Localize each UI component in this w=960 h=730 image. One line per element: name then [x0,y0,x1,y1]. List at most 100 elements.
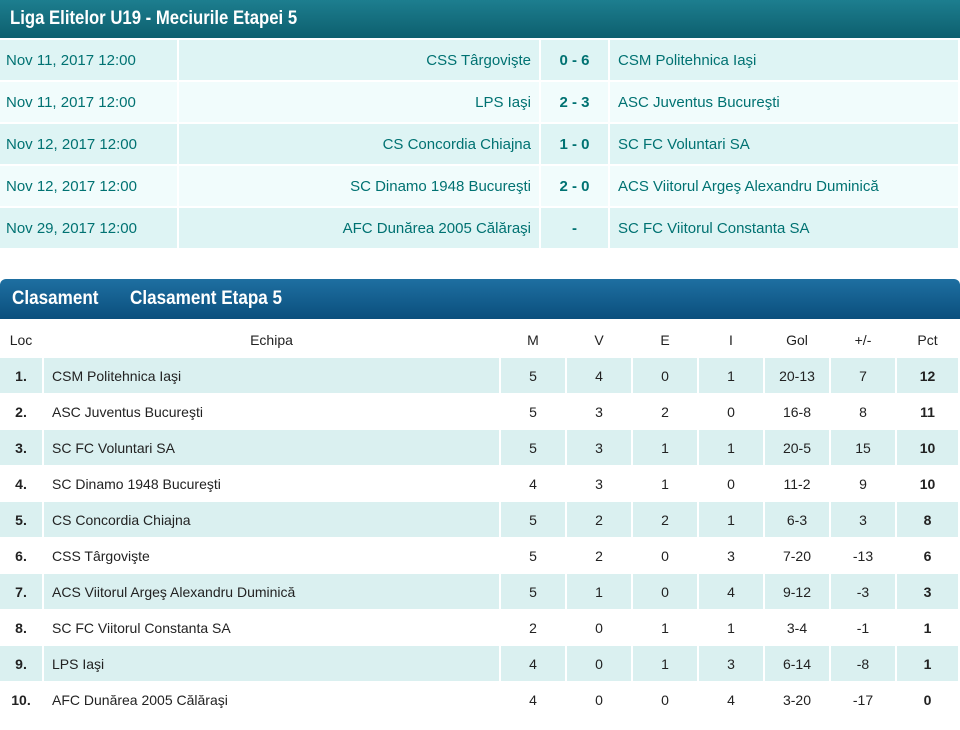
standing-team[interactable]: CS Concordia Chiajna [44,502,499,537]
match-away-team[interactable]: ASC Juventus Bucureşti [610,82,958,122]
standing-position: 4. [0,466,42,501]
match-score[interactable]: 2 - 3 [541,82,608,122]
match-row: Nov 12, 2017 12:00 SC Dinamo 1948 Bucureş… [0,166,958,206]
match-row: Nov 29, 2017 12:00 AFC Dunărea 2005 Călăr… [0,208,958,248]
standing-team[interactable]: CSM Politehnica Iaşi [44,358,499,393]
match-date: Nov 12, 2017 12:00 [0,166,177,206]
standing-losses: 3 [699,646,763,681]
standings-row: 7. ACS Viitorul Argeş Alexandru Duminică 5… [0,574,958,609]
col-header-v: V [567,322,631,357]
standings-title[interactable]: Clasament [12,288,98,310]
standing-points: 12 [897,358,958,393]
standing-points: 1 [897,610,958,645]
standing-played: 5 [501,358,565,393]
standing-team[interactable]: AFC Dunărea 2005 Călăraşi [44,682,499,717]
standing-draws: 0 [633,682,697,717]
standing-position: 1. [0,358,42,393]
standing-goals: 3-20 [765,682,829,717]
standings-header-row: Loc Echipa M V E I Gol +/- Pct [0,322,958,357]
standings-row: 1. CSM Politehnica Iaşi 5 4 0 1 20-13 7 12 [0,358,958,393]
standing-losses: 4 [699,682,763,717]
standing-points: 10 [897,430,958,465]
standing-position: 6. [0,538,42,573]
standing-team[interactable]: SC Dinamo 1948 Bucureşti [44,466,499,501]
standing-wins: 4 [567,358,631,393]
match-score[interactable]: 1 - 0 [541,124,608,164]
standings-row: 2. ASC Juventus Bucureşti 5 3 2 0 16-8 8 11 [0,394,958,429]
standing-played: 4 [501,682,565,717]
match-away-team[interactable]: ACS Viitorul Argeş Alexandru Duminică [610,166,958,206]
standings-row: 3. SC FC Voluntari SA 5 3 1 1 20-5 15 10 [0,430,958,465]
match-score[interactable]: 0 - 6 [541,40,608,80]
standings-row: 9. LPS Iaşi 4 0 1 3 6-14 -8 1 [0,646,958,681]
standing-team[interactable]: ASC Juventus Bucureşti [44,394,499,429]
standings-row: 10. AFC Dunărea 2005 Călăraşi 4 0 0 4 3-20 -17 0 [0,682,958,717]
standing-draws: 0 [633,538,697,573]
match-away-team[interactable]: CSM Politehnica Iaşi [610,40,958,80]
standing-goals: 7-20 [765,538,829,573]
standing-goals: 16-8 [765,394,829,429]
match-row: Nov 11, 2017 12:00 LPS Iaşi 2 - 3 ASC Juven… [0,82,958,122]
match-away-team[interactable]: SC FC Voluntari SA [610,124,958,164]
match-score[interactable]: - [541,208,608,248]
standing-team[interactable]: SC FC Viitorul Constanta SA [44,610,499,645]
standings-row: 5. CS Concordia Chiajna 5 2 2 1 6-3 3 8 [0,502,958,537]
standing-draws: 2 [633,502,697,537]
standing-points: 10 [897,466,958,501]
col-header-e: E [633,322,697,357]
standings-row: 6. CSS Târgovişte 5 2 0 3 7-20 -13 6 [0,538,958,573]
col-header-gol: Gol [765,322,829,357]
standing-position: 7. [0,574,42,609]
col-header-team: Echipa [44,322,499,357]
standing-goal-diff: 7 [831,358,895,393]
standing-goals: 6-3 [765,502,829,537]
standing-goal-diff: 15 [831,430,895,465]
standing-wins: 2 [567,502,631,537]
match-date: Nov 29, 2017 12:00 [0,208,177,248]
standing-losses: 1 [699,430,763,465]
standing-position: 8. [0,610,42,645]
standing-position: 10. [0,682,42,717]
standing-wins: 1 [567,574,631,609]
match-home-team[interactable]: AFC Dunărea 2005 Călăraşi [179,208,539,248]
match-away-team[interactable]: SC FC Viitorul Constanta SA [610,208,958,248]
standing-wins: 3 [567,394,631,429]
matches-title: Liga Elitelor U19 - Meciurile Etapei 5 [10,8,298,29]
standing-team[interactable]: LPS Iaşi [44,646,499,681]
standing-wins: 0 [567,682,631,717]
standing-losses: 0 [699,466,763,501]
match-home-team[interactable]: SC Dinamo 1948 Bucureşti [179,166,539,206]
match-home-team[interactable]: CSS Târgovişte [179,40,539,80]
match-score[interactable]: 2 - 0 [541,166,608,206]
standing-team[interactable]: SC FC Voluntari SA [44,430,499,465]
standing-draws: 1 [633,430,697,465]
standing-draws: 0 [633,574,697,609]
standing-losses: 0 [699,394,763,429]
standing-position: 9. [0,646,42,681]
standing-losses: 1 [699,502,763,537]
col-header-dif: +/- [831,322,895,357]
standing-points: 6 [897,538,958,573]
match-home-team[interactable]: LPS Iaşi [179,82,539,122]
col-header-loc: Loc [0,322,42,357]
standing-points: 3 [897,574,958,609]
standing-goals: 9-12 [765,574,829,609]
standing-team[interactable]: ACS Viitorul Argeş Alexandru Duminică [44,574,499,609]
standing-losses: 1 [699,610,763,645]
standing-goal-diff: 8 [831,394,895,429]
standing-wins: 0 [567,610,631,645]
standing-goal-diff: 9 [831,466,895,501]
standings-header: Clasament Clasament Etapa 5 [0,279,960,319]
standing-team[interactable]: CSS Târgovişte [44,538,499,573]
match-date: Nov 12, 2017 12:00 [0,124,177,164]
standing-losses: 1 [699,358,763,393]
standings-table: Loc Echipa M V E I Gol +/- Pct 1. CSM Pol… [0,321,960,718]
standing-played: 5 [501,574,565,609]
standing-points: 1 [897,646,958,681]
standing-goals: 20-13 [765,358,829,393]
standing-played: 2 [501,610,565,645]
standings-subtitle[interactable]: Clasament Etapa 5 [130,288,282,310]
standing-wins: 3 [567,466,631,501]
standing-goal-diff: -17 [831,682,895,717]
match-home-team[interactable]: CS Concordia Chiajna [179,124,539,164]
